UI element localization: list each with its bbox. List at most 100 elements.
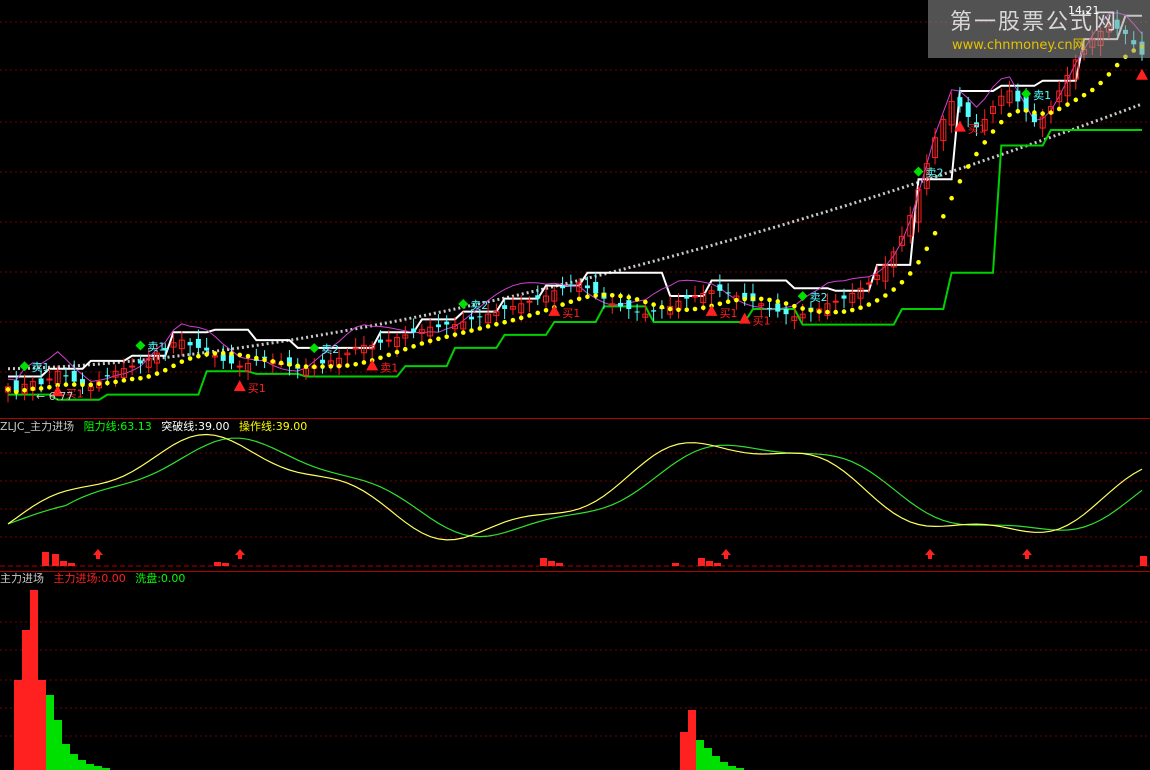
- indicator-fast-line: [7, 433, 1143, 541]
- indicator-up-arrow: [93, 549, 103, 559]
- candle-body: [411, 328, 417, 333]
- ma-dot: [71, 382, 77, 387]
- ma-dot: [1073, 97, 1079, 103]
- ma-dot: [924, 246, 930, 252]
- ma-dot: [179, 359, 185, 364]
- candle-body: [236, 365, 243, 368]
- ma-dot: [949, 195, 954, 201]
- ma-dot: [162, 367, 168, 373]
- candle-body: [435, 324, 441, 328]
- volume-bar: [62, 744, 70, 770]
- candle-body: [228, 354, 234, 364]
- ma-dot: [916, 259, 921, 265]
- ma-dot: [502, 319, 507, 325]
- indicator-legend: ZLJC_主力进场 阻力线:63.13 突破线:39.00 操作线:39.00: [0, 420, 313, 434]
- volume-bar: [94, 766, 102, 770]
- candle-body: [385, 339, 392, 342]
- ma-dot: [974, 151, 979, 157]
- ma-dot: [990, 129, 996, 134]
- ma-dot: [510, 317, 516, 323]
- ma-dot: [618, 293, 623, 299]
- ma-dot: [601, 292, 607, 298]
- indicator-up-arrow: [721, 549, 731, 559]
- indicator-bar: [222, 563, 229, 566]
- ma-dot: [527, 313, 532, 318]
- candle-body: [104, 375, 110, 377]
- volume-bar: [46, 695, 54, 770]
- buy-arrow: [705, 304, 718, 316]
- signal-label: 买1: [753, 315, 771, 328]
- ma-dot: [957, 179, 963, 184]
- indicator-name: ZLJC_主力进场: [0, 420, 75, 433]
- indicator-bar: [68, 563, 75, 566]
- candle-body: [957, 97, 963, 107]
- candle-body: [560, 286, 566, 289]
- candle-body: [832, 300, 839, 303]
- indicator-bar: [214, 562, 221, 566]
- ma-dot: [320, 364, 325, 369]
- ma-dot: [659, 304, 665, 310]
- indicator-up-arrow: [1022, 549, 1032, 559]
- signal-label: 卖2: [926, 167, 944, 180]
- volume-item-main: 主力进场:0.00: [53, 572, 126, 585]
- indicator-bar: [540, 558, 547, 566]
- candle-body: [477, 316, 483, 318]
- candle-body: [584, 285, 590, 289]
- candle-body: [63, 375, 69, 377]
- indicator-item-operate: 操作线:39.00: [239, 420, 308, 433]
- ma-dot: [982, 140, 988, 145]
- candle-body: [568, 284, 574, 286]
- volume-name: 主力进场: [0, 572, 44, 585]
- ma-dot: [146, 374, 152, 379]
- candle-body: [1031, 113, 1037, 123]
- ma-dot: [237, 352, 243, 358]
- low-price-label: ← 6.77: [36, 390, 73, 403]
- candle-body: [651, 310, 657, 312]
- ma-dot: [734, 297, 739, 303]
- candle-body: [320, 359, 326, 364]
- ma-dot: [353, 361, 358, 367]
- ma-dot: [229, 351, 234, 356]
- chart-canvas[interactable]: 卖1买1卖1买1卖2卖1卖2买1卖2买1买1卖2买1卖1买1← 6.77: [0, 0, 1150, 770]
- ma-dot: [220, 350, 226, 356]
- ma-dot: [667, 306, 673, 312]
- ma-dot: [775, 299, 781, 304]
- candle-body: [46, 378, 53, 381]
- indicator-bar: [714, 563, 721, 566]
- ma-dot: [965, 164, 971, 169]
- candle-body: [684, 295, 690, 299]
- indicator-bar: [52, 554, 59, 566]
- ma-dot: [1081, 92, 1087, 98]
- stock-chart-window: 卖1买1卖1买1卖2卖1卖2买1卖2买1买1卖2买1卖1买1← 6.77 ZLJ…: [0, 0, 1150, 770]
- signal-label: 买1: [562, 307, 580, 320]
- signal-label: 卖1: [380, 361, 398, 374]
- ma-dot: [336, 363, 342, 369]
- watermark-url: www.chnmoney.cn网: [952, 38, 1086, 53]
- volume-bar: [86, 764, 94, 770]
- candle-body: [593, 281, 599, 294]
- ma-dot: [742, 296, 747, 302]
- candle-body: [71, 370, 77, 382]
- ma-dot: [460, 330, 466, 335]
- ma-dot: [833, 309, 839, 315]
- indicator-up-arrow: [925, 549, 935, 559]
- ma-dot: [676, 307, 681, 313]
- candle-body: [618, 302, 624, 307]
- ma-dot: [311, 364, 317, 370]
- ma-dot: [245, 353, 251, 359]
- candle-body: [352, 347, 359, 350]
- volume-legend: 主力进场 主力进场:0.00 洗盘:0.00: [0, 572, 191, 586]
- candle-body: [502, 305, 508, 309]
- ma-dot: [1007, 112, 1012, 118]
- ma-dot: [750, 296, 756, 301]
- ma-dot: [1065, 102, 1070, 107]
- volume-bar: [14, 680, 22, 770]
- ma-dot: [998, 119, 1004, 125]
- ma-dot: [494, 322, 499, 327]
- indicator-bar: [706, 561, 713, 566]
- ma-dot: [899, 279, 905, 285]
- ma-dot: [419, 341, 425, 346]
- ma-dot: [328, 364, 334, 369]
- ma-dot: [1023, 108, 1029, 113]
- ma-dot: [717, 301, 723, 307]
